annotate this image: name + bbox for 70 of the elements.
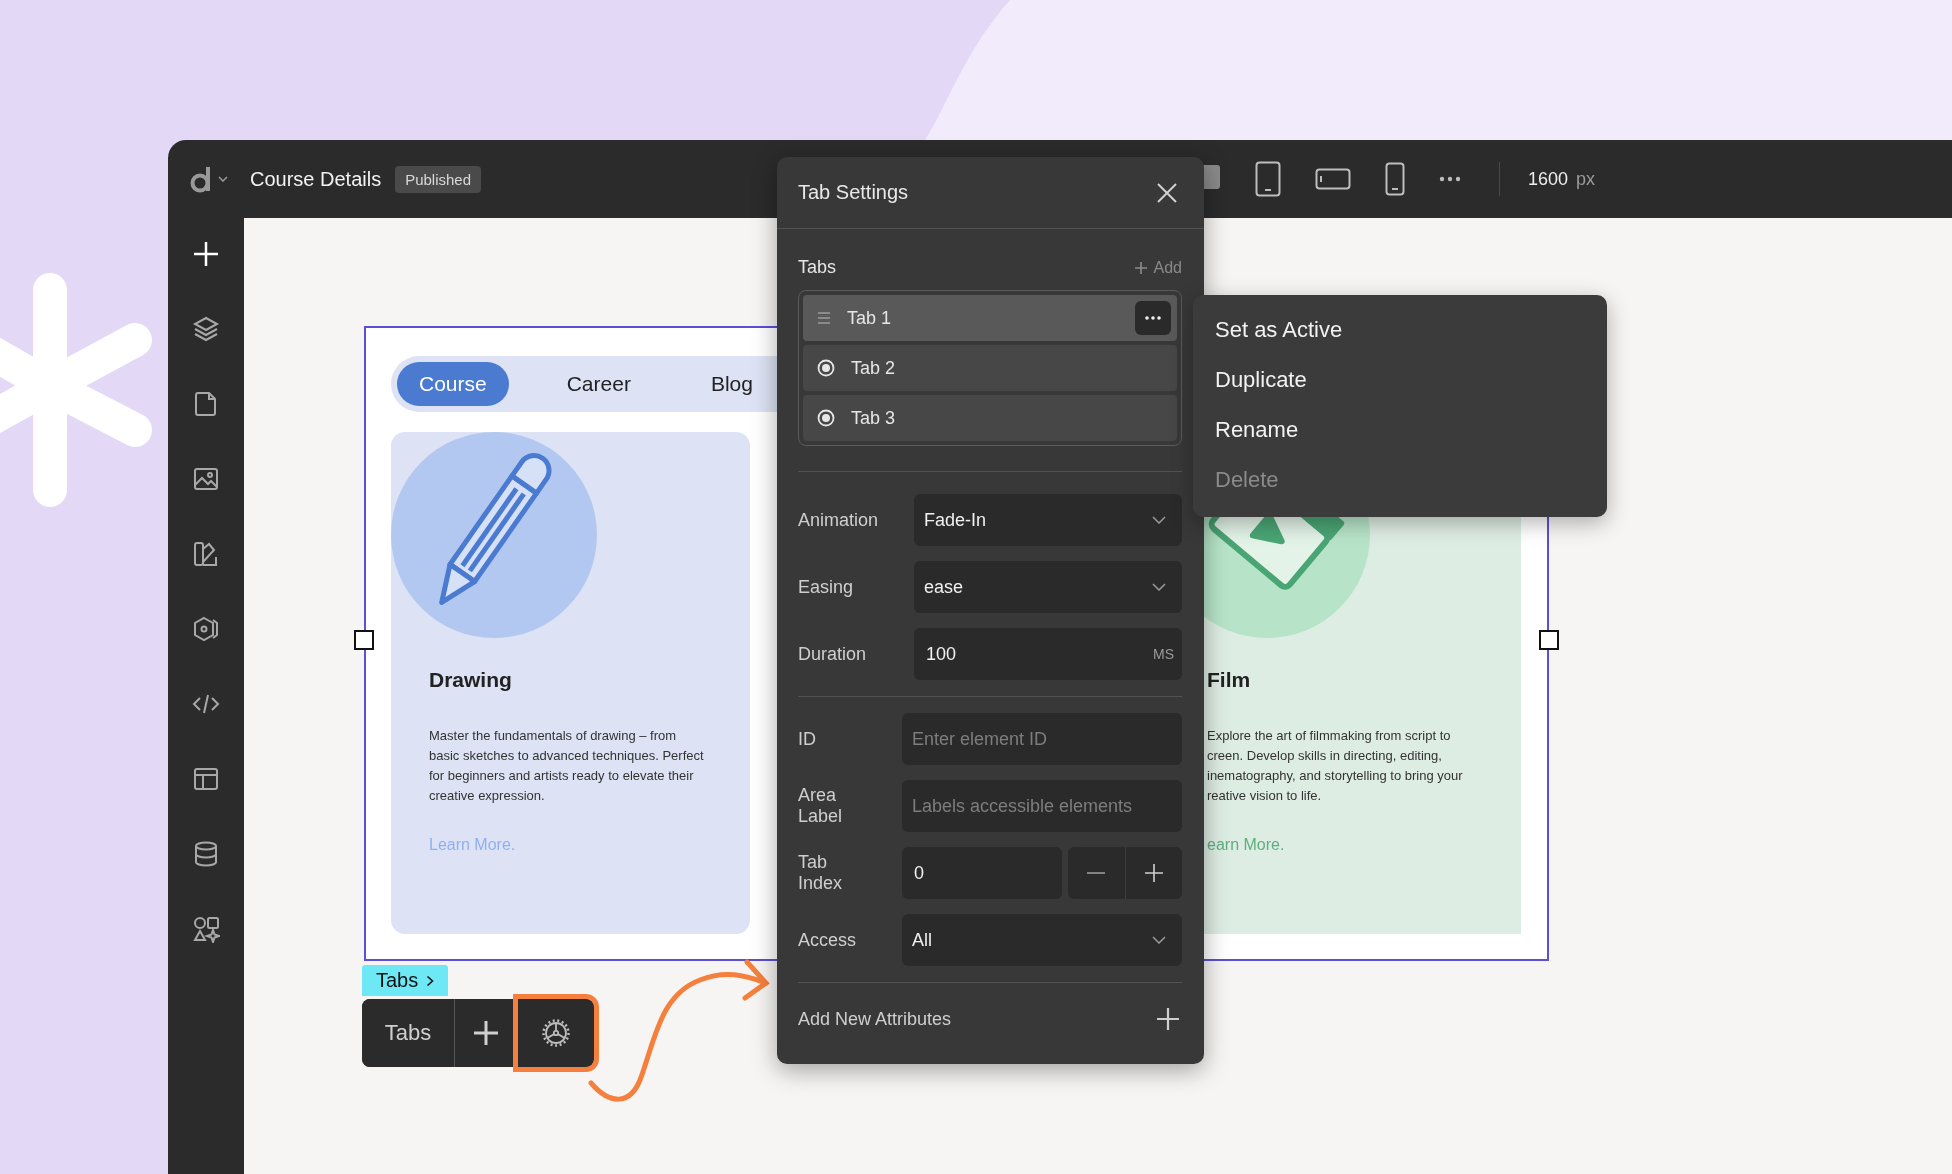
element-type-button[interactable]: Tabs xyxy=(362,999,455,1067)
package-icon[interactable] xyxy=(192,615,220,643)
shapes-icon[interactable] xyxy=(192,915,220,943)
canvas-width: 1600 xyxy=(1528,168,1569,190)
palette-icon[interactable] xyxy=(192,540,220,568)
menu-item[interactable]: Duplicate xyxy=(1193,355,1607,405)
minus-icon xyxy=(1087,872,1106,874)
tab-name: Tab 3 xyxy=(851,407,897,429)
more-icon[interactable] xyxy=(1439,176,1462,182)
chevron-right-icon xyxy=(426,974,435,987)
radio-icon[interactable] xyxy=(817,409,835,427)
field-label: Duration xyxy=(798,643,868,665)
more-icon xyxy=(1145,316,1161,320)
text-field[interactable]: Enter element ID xyxy=(902,713,1182,765)
phone-icon[interactable] xyxy=(1385,162,1406,196)
field-label: Animation xyxy=(798,509,880,531)
radio-icon[interactable] xyxy=(817,359,835,377)
panel-title: Tab Settings xyxy=(798,181,909,204)
dropdown[interactable]: ease xyxy=(914,561,1182,613)
card-title: Film xyxy=(1207,668,1252,692)
resize-handle[interactable] xyxy=(354,630,374,650)
tab-name: Tab 2 xyxy=(851,357,897,379)
menu-item[interactable]: Rename xyxy=(1193,405,1607,455)
resize-handle[interactable] xyxy=(1539,630,1559,650)
tab-list-item[interactable]: Tab 3 xyxy=(803,395,1177,441)
chevron-down-icon xyxy=(1152,516,1166,524)
dropdown[interactable]: All xyxy=(902,914,1182,966)
card-description: Explore the art of filmmaking from script to creen. Develop skills in directing, editing, inematography, and storytelling to bring your reative vision to life. xyxy=(1207,727,1464,805)
text-field[interactable]: Labels accessible elements xyxy=(902,780,1182,832)
add-attributes-label: Add New Attributes xyxy=(798,1008,952,1030)
close-icon[interactable] xyxy=(1156,181,1178,204)
section-label: Tabs xyxy=(798,257,837,278)
image-icon[interactable] xyxy=(192,465,220,493)
database-icon[interactable] xyxy=(192,840,220,868)
layers-icon[interactable] xyxy=(192,315,220,343)
add-icon xyxy=(473,1020,499,1046)
layout-icon[interactable] xyxy=(192,765,220,793)
field-label: Area Label xyxy=(798,785,844,827)
field-label: Tab Index xyxy=(798,852,844,894)
tablet-icon[interactable] xyxy=(1255,161,1282,197)
plus-icon xyxy=(1133,260,1148,275)
settings-icon xyxy=(541,1018,571,1048)
element-label[interactable]: Tabs xyxy=(362,965,449,996)
status-badge: Published xyxy=(395,165,482,193)
menu-item[interactable]: Set as Active xyxy=(1193,305,1607,355)
tab-list-item[interactable]: Tab 2 xyxy=(803,345,1177,391)
add-icon[interactable] xyxy=(1156,1007,1180,1031)
card-title: Drawing xyxy=(429,668,513,692)
field-label: Access xyxy=(798,929,858,951)
plus-icon xyxy=(1144,864,1163,882)
tab[interactable]: Career xyxy=(544,362,653,406)
dropdown[interactable]: Fade-In xyxy=(914,494,1182,546)
tab-name: Tab 1 xyxy=(847,307,893,329)
document-title: Course Details xyxy=(250,167,382,191)
unit-label: MS xyxy=(1153,646,1174,662)
tab-list-item[interactable]: Tab 1 xyxy=(803,295,1177,341)
number-field[interactable]: 0 xyxy=(902,847,1062,899)
card-description: Master the fundamentals of drawing – from basic sketches to advanced techniques. Perfect for beginners and artists ready to elevate their creative expression. xyxy=(429,727,705,805)
tab[interactable]: Course xyxy=(397,362,509,406)
drag-handle-icon[interactable] xyxy=(817,312,831,324)
field-label: Easing xyxy=(798,576,855,598)
tablet-landscape-icon[interactable] xyxy=(1315,168,1352,190)
field-label: ID xyxy=(798,728,817,750)
chevron-down-icon xyxy=(1152,583,1166,591)
chevron-down-icon xyxy=(1152,936,1166,944)
element-name: Tabs xyxy=(376,969,419,992)
tab[interactable]: Blog xyxy=(688,362,775,406)
caret-icon[interactable] xyxy=(218,176,228,182)
width-unit: px xyxy=(1576,168,1596,190)
more-button[interactable] xyxy=(1135,301,1171,335)
